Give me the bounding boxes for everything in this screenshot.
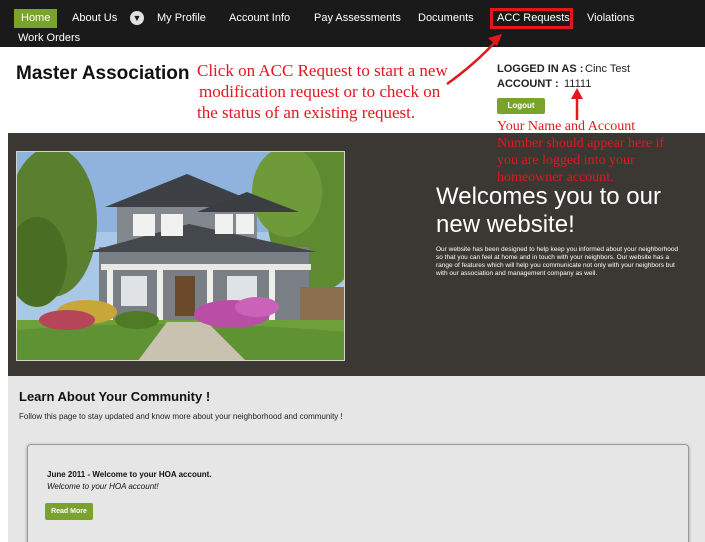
community-description: Follow this page to stay updated and kno… (19, 412, 343, 421)
annotation-line: you are logged into your (497, 153, 635, 168)
login-annotation: Your Name and Account Number should appe… (497, 118, 664, 186)
annotation-line: Your Name and Account (497, 119, 636, 134)
welcome-text: Our website has been designed to help ke… (436, 246, 679, 277)
account-label: ACCOUNT : (497, 78, 559, 90)
annotation-line: Number should appear here if (497, 136, 665, 151)
logged-in-label: LOGGED IN AS : (497, 63, 584, 75)
read-more-button[interactable]: Read More (45, 503, 93, 520)
account-number: 11111 (564, 78, 592, 90)
logout-button[interactable]: Logout (497, 98, 545, 114)
community-title: Learn About Your Community ! (19, 389, 211, 404)
news-post-subtitle: Welcome to your HOA account! (47, 482, 159, 491)
logged-in-name: Cinc Test (585, 63, 631, 75)
house-photo (16, 151, 345, 361)
welcome-heading: Welcomes you to our new website! (436, 183, 661, 238)
news-post-title[interactable]: June 2011 - Welcome to your HOA account. (47, 470, 212, 479)
news-card (27, 444, 689, 542)
